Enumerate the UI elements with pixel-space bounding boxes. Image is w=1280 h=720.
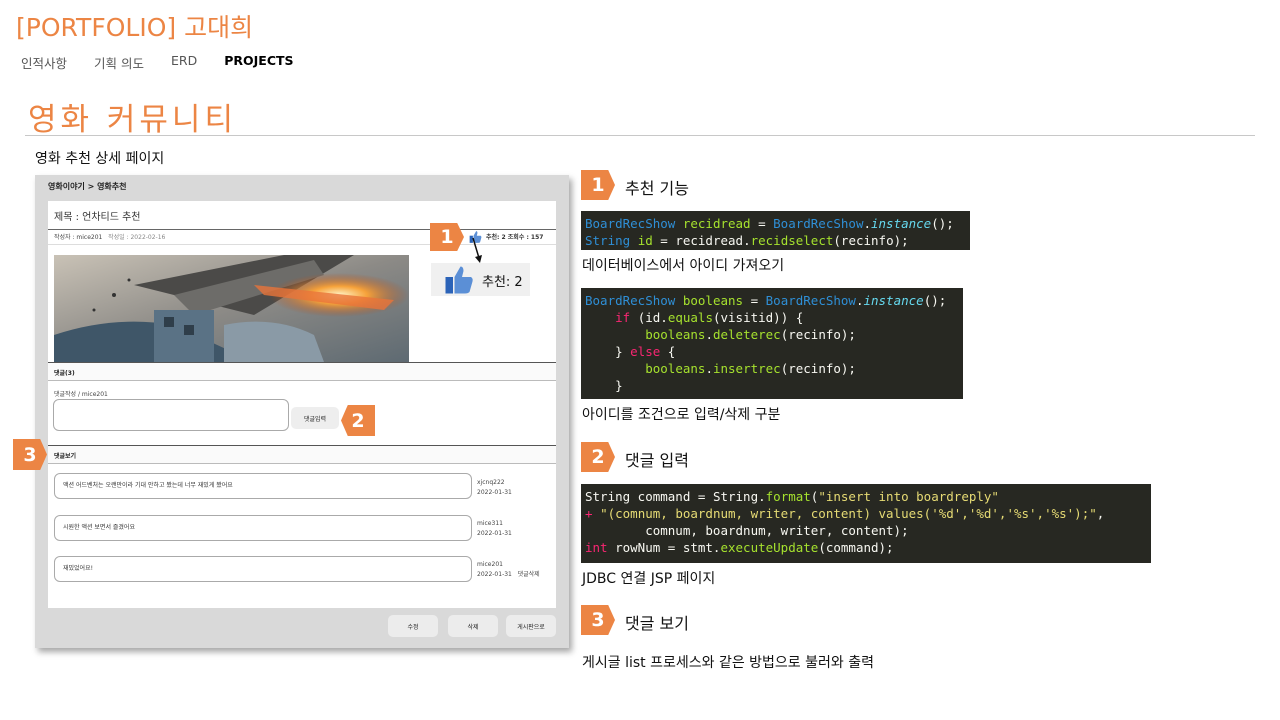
date-label: 작성일 : 2022-02-16	[108, 234, 166, 241]
screenshot-mockup: 영화이야기 > 영화추천 제목 : 언차티드 추천 작성자 : mice201 …	[35, 175, 569, 648]
comment-user: xjcnq222	[477, 479, 505, 486]
top-nav: 인적사항 기획 의도 ERD PROJECTS	[21, 53, 321, 72]
section-divider	[25, 135, 1255, 136]
recommend-count: 추천: 2	[482, 275, 523, 290]
feature-2-tag: 2	[581, 442, 615, 472]
comment-delete-link[interactable]: 댓글삭제	[518, 571, 540, 578]
comment-meta: xjcnq222 2022-01-31	[477, 478, 512, 498]
code-block-3: String command = String.format("insert i…	[581, 484, 1151, 563]
reply-label: 댓글작성 / mice201	[54, 391, 108, 398]
comments-bar	[48, 362, 556, 381]
feature-3-title: 댓글 보기	[625, 614, 689, 633]
comment-item: 시원한 액션 보면서 즐겼어요	[54, 515, 472, 541]
recommend-thumbs-up-icon[interactable]	[444, 265, 474, 295]
comment-meta: mice201 2022-01-31 댓글삭제	[477, 560, 540, 580]
delete-button[interactable]: 삭제	[448, 615, 498, 637]
post-stats: 추천: 2 조회수 : 157	[486, 234, 544, 241]
comment-meta: mice311 2022-01-31	[477, 519, 512, 539]
section-title: 영화 커뮤니티	[28, 102, 237, 138]
reply-textarea[interactable]	[53, 399, 289, 431]
comment-user: mice201	[477, 561, 503, 568]
feature-2-title: 댓글 입력	[625, 451, 689, 470]
tag-1-mockup: 1	[430, 223, 464, 251]
feature-1-title: 추천 기능	[625, 179, 689, 198]
view-comments-bar	[48, 445, 556, 464]
feature-3-tag: 3	[581, 605, 615, 635]
movie-image	[54, 255, 409, 362]
description-2: 아이디를 조건으로 입력/삭제 구분	[582, 407, 781, 423]
comment-date: 2022-01-31	[477, 571, 512, 578]
nav-item-intent[interactable]: 기획 의도	[94, 53, 144, 72]
nav-item-projects[interactable]: PROJECTS	[224, 53, 293, 72]
description-1: 데이터베이스에서 아이디 가져오기	[582, 258, 785, 274]
reply-submit-button[interactable]: 댓글입력	[291, 407, 339, 429]
nav-item-erd[interactable]: ERD	[171, 53, 197, 72]
nav-item-profile[interactable]: 인적사항	[21, 53, 67, 72]
comment-item: 재밌었어요!	[54, 556, 472, 582]
portfolio-title: [PORTFOLIO] 고대희	[16, 13, 254, 42]
description-3: JDBC 연결 JSP 페이지	[582, 571, 716, 587]
breadcrumb: 영화이야기 > 영화추천	[48, 182, 127, 191]
edit-button[interactable]: 수정	[388, 615, 438, 637]
view-comments-label: 댓글보기	[54, 453, 77, 460]
comment-date: 2022-01-31	[477, 489, 512, 496]
code-block-2: BoardRecShow booleans = BoardRecShow.ins…	[581, 288, 963, 399]
tag-2-mockup: 2	[341, 405, 375, 436]
feature-1-tag: 1	[581, 170, 615, 200]
tag-3-mockup: 3	[13, 439, 47, 470]
post-title: 제목 : 언차티드 추천	[54, 212, 141, 223]
comment-user: mice311	[477, 520, 503, 527]
back-to-board-button[interactable]: 게시판으로	[506, 615, 556, 637]
comment-text: 액션 어드벤처는 오랜만이라 기대 안하고 봤는데 너무 재밌게 봤어요	[63, 482, 233, 489]
comment-date: 2022-01-31	[477, 530, 512, 537]
comment-item: 액션 어드벤처는 오랜만이라 기대 안하고 봤는데 너무 재밌게 봤어요	[54, 473, 472, 499]
comment-text: 재밌었어요!	[63, 565, 94, 572]
page-subtitle: 영화 추천 상세 페이지	[35, 151, 165, 167]
code-block-1: BoardRecShow recidread = BoardRecShow.in…	[581, 211, 970, 250]
comments-bar-label: 댓글(3)	[54, 370, 75, 377]
arrow-down-icon	[472, 237, 482, 263]
comment-text: 시원한 액션 보면서 즐겼어요	[63, 524, 135, 531]
author-label: 작성자 : mice201	[54, 234, 103, 241]
post-meta: 작성자 : mice201 작성일 : 2022-02-16	[54, 232, 165, 241]
description-4: 게시글 list 프로세스와 같은 방법으로 불러와 출력	[582, 655, 874, 671]
